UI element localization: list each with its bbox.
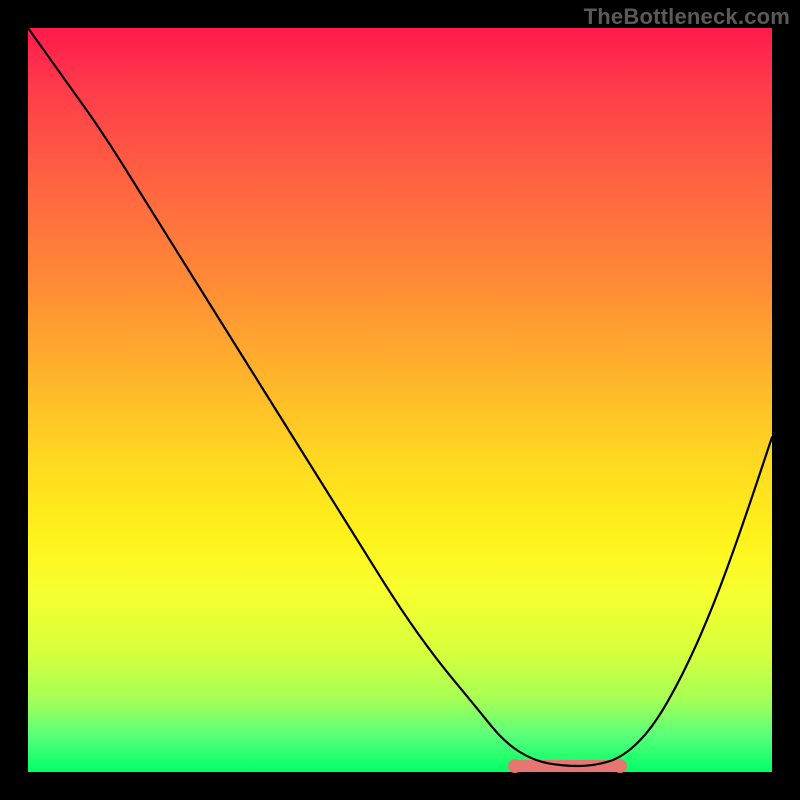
- curve-svg: [28, 28, 772, 772]
- plot-area: [28, 28, 772, 772]
- bottleneck-curve: [28, 28, 772, 766]
- chart-frame: TheBottleneck.com: [0, 0, 800, 800]
- watermark-label: TheBottleneck.com: [584, 4, 790, 30]
